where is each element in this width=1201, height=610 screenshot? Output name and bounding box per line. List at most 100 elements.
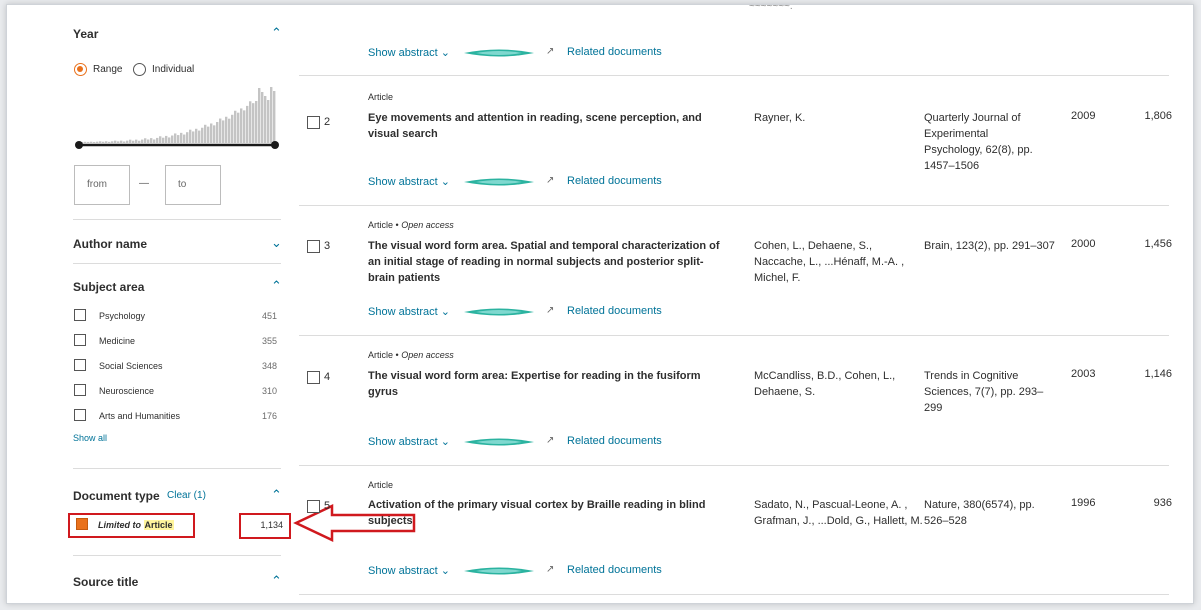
- source-title-heading: Source title: [73, 575, 139, 589]
- year-to-input[interactable]: to: [165, 165, 221, 205]
- result-title-link[interactable]: The visual word form area. Spatial and t…: [368, 238, 728, 286]
- histogram-bar: [177, 135, 180, 143]
- result-title-link[interactable]: Activation of the primary visual cortex …: [368, 497, 728, 529]
- result-citations[interactable]: 1,806: [1132, 110, 1172, 122]
- histogram-bar: [216, 122, 219, 143]
- divider: [73, 263, 281, 264]
- show-abstract-link[interactable]: Show abstract ⌄: [368, 305, 450, 318]
- subject-label: Social Sciences: [99, 361, 163, 371]
- range-radio[interactable]: [74, 63, 87, 76]
- row-divider: [299, 75, 1169, 76]
- result-authors[interactable]: Sadato, N., Pascual-Leone, A. , Grafman,…: [754, 497, 924, 529]
- histogram-bar: [126, 140, 129, 143]
- subject-checkbox-social-sciences[interactable]: [74, 359, 86, 371]
- document-type-label: Article: [368, 480, 394, 490]
- show-all-link[interactable]: Show all: [73, 433, 107, 443]
- author-name-heading[interactable]: Author name: [73, 237, 147, 251]
- show-abstract-link[interactable]: Show abstract ⌄: [368, 435, 450, 448]
- show-abstract-label: Show abstract: [368, 176, 438, 188]
- fulltext-link-icon[interactable]: [462, 48, 536, 58]
- row-number: 5: [324, 500, 331, 512]
- fulltext-link-icon[interactable]: [462, 437, 536, 447]
- related-documents-link[interactable]: Related documents: [567, 305, 662, 317]
- external-link-icon[interactable]: ↗: [546, 435, 554, 446]
- chevron-up-icon[interactable]: ⌃: [271, 573, 282, 589]
- row-checkbox[interactable]: [307, 240, 320, 253]
- related-documents-link[interactable]: Related documents: [567, 435, 662, 447]
- year-from-input[interactable]: from: [74, 165, 130, 205]
- result-citations[interactable]: 1,456: [1132, 238, 1172, 250]
- histogram-bar: [240, 108, 243, 143]
- filter-sidebar: Year ⌃ Range Individual from — to Author…: [7, 5, 299, 603]
- clear-filter-link[interactable]: Clear (1): [167, 490, 206, 501]
- histogram-bar: [186, 132, 189, 143]
- result-title-link[interactable]: The visual word form area: Expertise for…: [368, 368, 728, 400]
- row-checkbox[interactable]: [307, 371, 320, 384]
- external-link-icon[interactable]: ↗: [546, 46, 554, 57]
- related-documents-link[interactable]: Related documents: [567, 46, 662, 58]
- histogram-bar: [189, 129, 192, 143]
- result-authors[interactable]: Rayner, K.: [754, 110, 924, 126]
- result-year: 2000: [1071, 238, 1096, 250]
- fulltext-link-icon[interactable]: [462, 566, 536, 576]
- doctype-checkbox-article[interactable]: [76, 518, 88, 530]
- show-abstract-label: Show abstract: [368, 436, 438, 448]
- row-checkbox[interactable]: [307, 116, 320, 129]
- subject-checkbox-arts-humanities[interactable]: [74, 409, 86, 421]
- histogram-bar: [267, 100, 270, 143]
- row-divider: [299, 205, 1169, 206]
- show-abstract-label: Show abstract: [368, 565, 438, 577]
- related-documents-link[interactable]: Related documents: [567, 564, 662, 576]
- result-year: 1996: [1071, 497, 1096, 509]
- fulltext-link-icon[interactable]: [462, 177, 536, 187]
- histogram-bar: [159, 136, 162, 143]
- show-abstract-link[interactable]: Show abstract ⌄: [368, 564, 450, 577]
- histogram-bar: [144, 138, 147, 143]
- external-link-icon[interactable]: ↗: [546, 564, 554, 575]
- subject-checkbox-medicine[interactable]: [74, 334, 86, 346]
- histogram-bar: [114, 140, 117, 143]
- result-authors[interactable]: Cohen, L., Dehaene, S., Naccache, L., ..…: [754, 238, 924, 286]
- result-citations[interactable]: 1,146: [1132, 368, 1172, 380]
- chevron-down-icon[interactable]: ⌄: [271, 235, 282, 251]
- individual-radio[interactable]: [133, 63, 146, 76]
- row-checkbox[interactable]: [307, 500, 320, 513]
- histogram-bar: [96, 141, 99, 143]
- external-link-icon[interactable]: ↗: [546, 175, 554, 186]
- fulltext-link-icon[interactable]: [462, 307, 536, 317]
- chevron-down-icon: ⌄: [440, 176, 450, 188]
- histogram-bar: [228, 118, 231, 143]
- result-authors[interactable]: McCandliss, B.D., Cohen, L., Dehaene, S.: [754, 368, 924, 400]
- histogram-bar: [135, 139, 138, 143]
- row-number: 2: [324, 116, 331, 128]
- subject-area-heading: Subject area: [73, 280, 145, 294]
- year-histogram[interactable]: [75, 85, 280, 155]
- chevron-up-icon[interactable]: ⌃: [271, 487, 282, 503]
- result-source: Brain, 123(2), pp. 291–307: [924, 240, 1055, 252]
- chevron-down-icon: ⌄: [440, 47, 450, 59]
- chevron-up-icon[interactable]: ⌃: [271, 278, 282, 294]
- related-documents-link[interactable]: Related documents: [567, 175, 662, 187]
- external-link-icon[interactable]: ↗: [546, 305, 554, 316]
- histogram-bar: [132, 140, 135, 143]
- subject-checkbox-neuroscience[interactable]: [74, 384, 86, 396]
- chevron-down-icon: ⌄: [440, 306, 450, 318]
- year-heading: Year: [73, 27, 99, 41]
- row-divider: [299, 594, 1169, 595]
- histogram-bar: [255, 101, 258, 143]
- subject-checkbox-psychology[interactable]: [74, 309, 86, 321]
- histogram-bar: [147, 139, 150, 143]
- histogram-bar: [174, 133, 177, 143]
- chevron-up-icon[interactable]: ⌃: [271, 25, 282, 41]
- show-abstract-link[interactable]: Show abstract ⌄: [368, 175, 450, 188]
- row-divider: [299, 465, 1169, 466]
- document-type-heading: Document type: [73, 489, 160, 503]
- histogram-bar: [195, 128, 198, 143]
- histogram-bar: [108, 141, 111, 143]
- result-title-link[interactable]: Eye movements and attention in reading, …: [368, 110, 728, 142]
- show-abstract-link[interactable]: Show abstract ⌄: [368, 46, 450, 59]
- type-text: Article: [368, 220, 394, 230]
- histogram-bar: [165, 135, 168, 143]
- result-source: Nature, 380(6574), pp. 526–528: [924, 499, 1035, 527]
- result-citations[interactable]: 936: [1132, 497, 1172, 509]
